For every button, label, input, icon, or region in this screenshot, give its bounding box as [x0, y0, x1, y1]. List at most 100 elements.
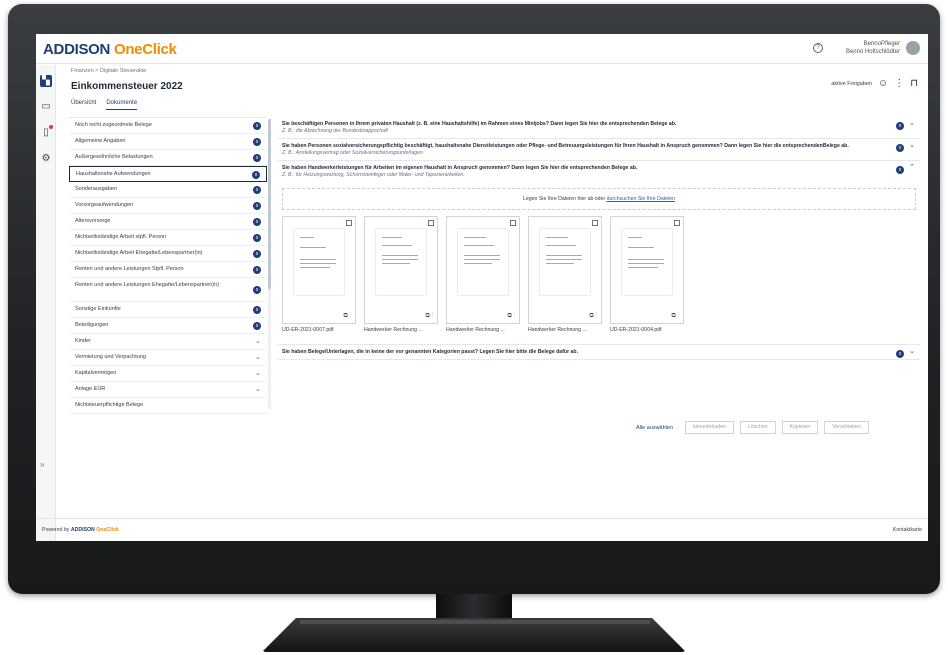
file-card[interactable]: ⧉ ⋮ UD-ER-2021-0007.pdf: [282, 216, 356, 344]
file-actions: ⧉ ⋮: [672, 313, 679, 320]
user-info[interactable]: BennoPfleger Benno Holtschlödter: [846, 40, 900, 56]
category-item[interactable]: Renten und andere Leistungen Ehegatte/Le…: [69, 278, 267, 302]
select-checkbox[interactable]: [346, 220, 352, 226]
category-item[interactable]: Sonderausgaben 0: [69, 182, 267, 198]
category-item[interactable]: Sonstige Einkünfte 0: [69, 302, 267, 318]
copy-icon[interactable]: ⧉: [426, 313, 430, 319]
more-icon[interactable]: ⋮: [595, 313, 597, 319]
copy-icon[interactable]: ⧉: [672, 313, 676, 319]
category-item[interactable]: Außergewöhnliche Belastungen 0: [69, 150, 267, 166]
finance-chart-icon[interactable]: ▚: [40, 75, 52, 87]
category-item[interactable]: Vermietung und Verpachtung ⌄: [69, 350, 267, 366]
category-label: Vorsorgeaufwendungen: [75, 202, 134, 208]
expand-rail-icon[interactable]: »: [40, 460, 44, 469]
document-page-preview: [458, 229, 508, 295]
powered-by: Powered by ADDISON OneClick: [42, 527, 119, 533]
browse-files-link[interactable]: durchsuchen Sie Ihre Dateien: [607, 196, 675, 202]
file-preview[interactable]: ⧉ ⋮: [610, 216, 684, 324]
download-button[interactable]: Herunterladen: [685, 421, 734, 434]
copy-button[interactable]: Kopieren: [781, 421, 819, 434]
category-label: Sonstige Einkünfte: [75, 306, 121, 312]
count-badge: 0: [253, 154, 261, 162]
file-preview[interactable]: ⧉ ⋮: [446, 216, 520, 324]
more-icon[interactable]: ⋮: [431, 313, 433, 319]
tab-bar: Übersicht Dokumente: [71, 100, 138, 110]
file-name: UD-ER-2021-0007.pdf: [282, 327, 334, 333]
category-scrollbar[interactable]: [268, 119, 271, 409]
chevron-down-icon[interactable]: ⌄: [909, 119, 915, 127]
category-label: Beteiligungen: [75, 322, 109, 328]
user-sub: Benno Holtschlödter: [845, 49, 900, 55]
more-icon[interactable]: ⋮: [513, 313, 515, 319]
file-preview[interactable]: ⧉ ⋮: [282, 216, 356, 324]
copy-icon[interactable]: ⧉: [508, 313, 512, 319]
count-badge: 0: [253, 266, 261, 274]
move-button[interactable]: Verschieben: [824, 421, 869, 434]
select-checkbox[interactable]: [510, 220, 516, 226]
footer-brand: ADDISON: [70, 527, 95, 533]
question-title: Sie haben Personen sozialversicherungspf…: [282, 143, 849, 149]
category-item[interactable]: Nichtselbständige Arbeit Ehegatte/Lebens…: [69, 246, 267, 262]
category-label: Anlage EÜR: [75, 386, 106, 392]
tab-documents[interactable]: Dokumente: [106, 100, 138, 110]
tab-overview[interactable]: Übersicht: [71, 100, 96, 110]
category-item[interactable]: Altersvorsorge 0: [69, 214, 267, 230]
file-name: Handwerker Rechnung ...: [364, 327, 423, 333]
chevron-up-icon[interactable]: ⌃: [909, 163, 915, 171]
question-row[interactable]: Sie haben Belege/Unterlagen, die in kein…: [278, 344, 920, 360]
category-item[interactable]: Beteiligungen 0: [69, 318, 267, 334]
file-preview[interactable]: ⧉ ⋮: [364, 216, 438, 324]
select-checkbox[interactable]: [674, 220, 680, 226]
category-item[interactable]: Noch nicht zugeordnete Belege 0: [69, 118, 267, 134]
question-hint: Z. B.: für Heizungswartung, Schornsteinf…: [282, 172, 465, 178]
category-item[interactable]: Kinder ⌄: [69, 334, 267, 350]
more-menu-icon[interactable]: ⋮: [894, 78, 904, 89]
share-user-icon[interactable]: ☺: [878, 78, 888, 89]
category-item[interactable]: Vorsorgeaufwendungen 0: [69, 198, 267, 214]
category-label: Nichtselbständige Arbeit Ehegatte/Lebens…: [75, 250, 203, 256]
question-row[interactable]: Sie haben Personen sozialversicherungspf…: [278, 139, 920, 161]
contact-card-link[interactable]: Kontaktkarte: [893, 527, 922, 533]
question-row[interactable]: Sie beschäftigen Personen in Ihrem priva…: [278, 117, 920, 139]
category-item-selected[interactable]: Haushaltsnahe Aufwendungen 0: [69, 166, 267, 182]
active-shares-label: aktive Freigaben: [831, 80, 872, 87]
breadcrumb[interactable]: Finanzen > Digitale Steuerakte: [71, 68, 146, 74]
category-item[interactable]: Nichtsteuerpflichtige Belege: [69, 398, 267, 414]
file-card[interactable]: ⧉ ⋮ UD-ER-2021-0004.pdf: [610, 216, 684, 344]
unlock-icon[interactable]: ⊓: [910, 78, 918, 89]
copy-icon[interactable]: ⧉: [590, 313, 594, 319]
category-label: Nichtselbständige Arbeit stpfl. Person: [75, 234, 167, 240]
category-item[interactable]: Nichtselbständige Arbeit stpfl. Person 0: [69, 230, 267, 246]
more-icon[interactable]: ⋮: [349, 313, 351, 319]
file-card[interactable]: ⧉ ⋮ Handwerker Rechnung ...: [446, 216, 520, 344]
copy-icon[interactable]: ⧉: [344, 313, 348, 319]
document-page-preview: [622, 229, 672, 295]
icon-rail: ▚ ▭ ▯ ⚙ »: [36, 65, 56, 541]
select-checkbox[interactable]: [592, 220, 598, 226]
help-icon[interactable]: ?: [813, 43, 823, 53]
chevron-down-icon[interactable]: ⌄: [909, 141, 915, 149]
gear-icon[interactable]: ⚙: [40, 153, 52, 165]
avatar[interactable]: [906, 41, 920, 55]
file-preview[interactable]: ⧉ ⋮: [528, 216, 602, 324]
app-logo[interactable]: ADDISON OneClick: [43, 41, 177, 58]
question-title: Sie haben Belege/Unterlagen, die in kein…: [282, 349, 579, 355]
category-item[interactable]: Kapitalvermögen ⌄: [69, 366, 267, 382]
file-name: Handwerker Rechnung ...: [446, 327, 505, 333]
file-card[interactable]: ⧉ ⋮ Handwerker Rechnung ...: [528, 216, 602, 344]
select-checkbox[interactable]: [428, 220, 434, 226]
delete-button[interactable]: Löschen: [739, 421, 776, 434]
chat-icon[interactable]: ▭: [40, 101, 52, 113]
question-row-expanded[interactable]: Sie haben Handwerkerleistungen für Arbei…: [278, 161, 920, 182]
chevron-down-icon[interactable]: ⌄: [909, 347, 915, 355]
select-all-button[interactable]: Alle auswählen: [636, 425, 673, 431]
more-icon[interactable]: ⋮: [677, 313, 679, 319]
file-dropzone[interactable]: Legen Sie Ihre Dateien hier ab oder durc…: [282, 188, 916, 210]
file-card[interactable]: ⧉ ⋮ Handwerker Rechnung ...: [364, 216, 438, 344]
scrollbar-thumb[interactable]: [268, 119, 271, 289]
category-item[interactable]: Renten und andere Leistungen Stpfl. Pers…: [69, 262, 267, 278]
document-page-preview: [376, 229, 426, 295]
file-actions: ⧉ ⋮: [344, 313, 351, 320]
category-item[interactable]: Anlage EÜR ⌄: [69, 382, 267, 398]
category-item[interactable]: Allgemeine Angaben 0: [69, 134, 267, 150]
